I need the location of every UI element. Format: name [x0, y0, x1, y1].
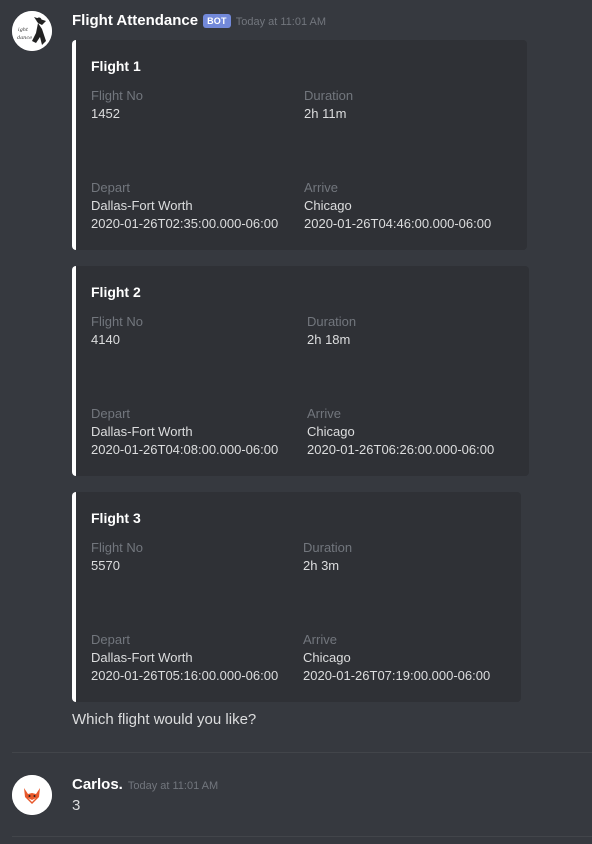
embed-title: Flight 3	[91, 510, 141, 526]
svg-text:ight: ight	[18, 27, 29, 33]
field-value: 5570	[91, 558, 120, 573]
field-name: Flight No	[91, 88, 144, 103]
message-divider	[12, 836, 592, 837]
field-name: Arrive	[303, 632, 337, 647]
svg-text:dance: dance	[17, 35, 32, 41]
user-message-header: Carlos. Today at 11:01 AM	[72, 776, 218, 793]
field-arrive: Arrive Chicago 2020-01-26T04:46:00.000-0…	[304, 179, 491, 233]
field-duration: Duration 2h 11m	[304, 87, 353, 123]
field-duration: Duration 2h 3m	[303, 539, 352, 575]
field-name: Flight No	[91, 314, 144, 329]
field-name: Duration	[307, 314, 357, 329]
field-value: Chicago	[307, 424, 355, 439]
field-value: Dallas-Fort Worth	[91, 650, 193, 665]
field-flight-no: Flight No 4140	[91, 313, 143, 349]
field-value: 4140	[91, 332, 120, 347]
message-text: 3	[72, 797, 81, 814]
user-username[interactable]: Carlos.	[72, 776, 123, 793]
field-depart: Depart Dallas-Fort Worth 2020-01-26T02:3…	[91, 179, 278, 233]
flight-embed: Flight 2 Flight No 4140 Duration 2h 18m …	[72, 266, 529, 476]
field-value: Chicago	[303, 650, 351, 665]
message-text: Which flight would you like?	[72, 711, 257, 728]
field-value-time: 2020-01-26T07:19:00.000-06:00	[303, 668, 491, 683]
field-value-time: 2020-01-26T02:35:00.000-06:00	[91, 216, 279, 231]
field-flight-no: Flight No 5570	[91, 539, 143, 575]
fox-icon	[12, 775, 52, 815]
field-name: Depart	[91, 406, 131, 421]
flight-embed: Flight 3 Flight No 5570 Duration 2h 3m D…	[72, 492, 521, 702]
field-value: 1452	[91, 106, 120, 121]
silhouette-logo-icon: ight dance	[12, 11, 52, 51]
field-duration: Duration 2h 18m	[307, 313, 356, 349]
field-value: Dallas-Fort Worth	[91, 424, 193, 439]
field-value-time: 2020-01-26T04:46:00.000-06:00	[304, 216, 492, 231]
field-name: Arrive	[304, 180, 338, 195]
message-timestamp[interactable]: Today at 11:01 AM	[236, 16, 326, 28]
field-value-time: 2020-01-26T04:08:00.000-06:00	[91, 442, 279, 457]
embed-title: Flight 2	[91, 284, 141, 300]
field-name: Depart	[91, 632, 131, 647]
flight-embed: Flight 1 Flight No 1452 Duration 2h 11m …	[72, 40, 527, 250]
field-value: 2h 3m	[303, 558, 340, 573]
bot-badge: BOT	[203, 13, 231, 28]
field-arrive: Arrive Chicago 2020-01-26T07:19:00.000-0…	[303, 631, 490, 685]
field-depart: Depart Dallas-Fort Worth 2020-01-26T04:0…	[91, 405, 278, 459]
field-name: Arrive	[307, 406, 341, 421]
field-name: Flight No	[91, 540, 144, 555]
field-depart: Depart Dallas-Fort Worth 2020-01-26T05:1…	[91, 631, 278, 685]
field-value-time: 2020-01-26T06:26:00.000-06:00	[307, 442, 495, 457]
bot-avatar[interactable]: ight dance	[12, 11, 52, 51]
field-flight-no: Flight No 1452	[91, 87, 143, 123]
field-name: Duration	[304, 88, 354, 103]
message-timestamp[interactable]: Today at 11:01 AM	[128, 780, 218, 792]
field-value: 2h 11m	[304, 106, 347, 121]
field-name: Duration	[303, 540, 353, 555]
message-divider	[12, 752, 592, 753]
bot-username[interactable]: Flight Attendance	[72, 12, 198, 29]
field-value-time: 2020-01-26T05:16:00.000-06:00	[91, 668, 279, 683]
field-value: Chicago	[304, 198, 352, 213]
embed-title: Flight 1	[91, 58, 141, 74]
field-name: Depart	[91, 180, 131, 195]
field-arrive: Arrive Chicago 2020-01-26T06:26:00.000-0…	[307, 405, 494, 459]
field-value: 2h 18m	[307, 332, 351, 347]
field-value: Dallas-Fort Worth	[91, 198, 193, 213]
user-avatar[interactable]	[12, 775, 52, 815]
bot-message-header: Flight Attendance BOT Today at 11:01 AM	[72, 12, 326, 29]
